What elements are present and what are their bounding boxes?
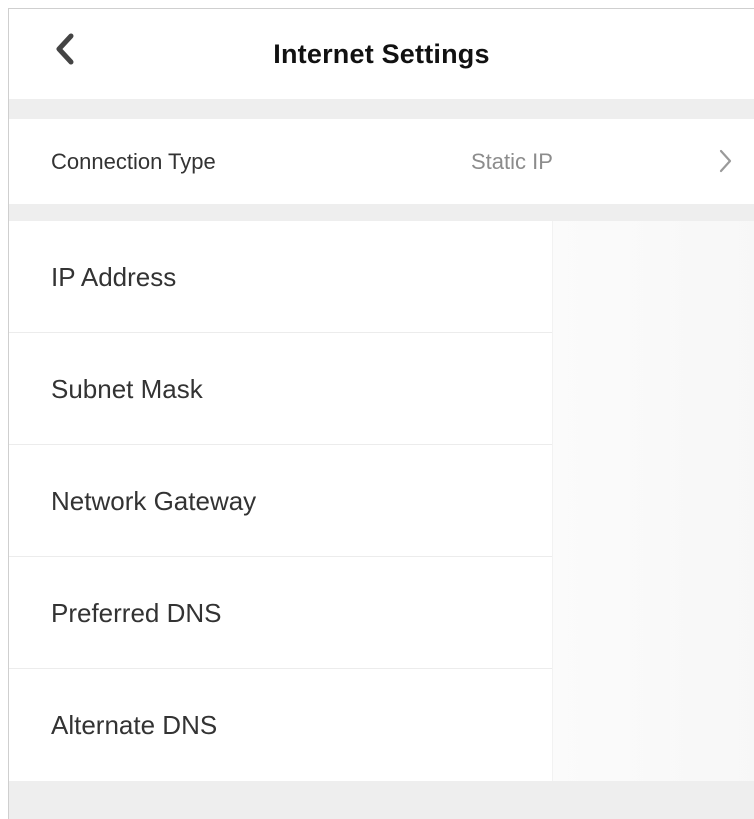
ip-address-row[interactable]: IP Address [9, 221, 754, 333]
ip-address-label: IP Address [51, 261, 177, 292]
bottom-separator [9, 781, 754, 819]
alternate-dns-label: Alternate DNS [51, 709, 218, 740]
chevron-right-icon [718, 147, 734, 180]
preferred-dns-row[interactable]: Preferred DNS [9, 557, 754, 669]
network-gateway-row[interactable]: Network Gateway [9, 445, 754, 557]
section-separator [9, 99, 754, 119]
connection-type-row[interactable]: Connection Type Static IP [9, 119, 754, 204]
chevron-left-icon [56, 33, 74, 65]
app-frame: Internet Settings Connection Type Static… [8, 8, 754, 819]
preferred-dns-label: Preferred DNS [51, 597, 222, 628]
network-gateway-label: Network Gateway [51, 485, 257, 516]
section-separator [9, 204, 754, 221]
back-button[interactable] [45, 29, 85, 69]
subnet-mask-label: Subnet Mask [51, 373, 203, 404]
subnet-mask-row[interactable]: Subnet Mask [9, 333, 754, 445]
connection-type-label: Connection Type [51, 148, 216, 174]
page-title: Internet Settings [273, 38, 490, 69]
header-bar: Internet Settings [9, 9, 754, 99]
connection-type-value: Static IP [471, 148, 553, 174]
ip-settings-list: IP Address Subnet Mask Network Gateway P… [9, 221, 754, 781]
alternate-dns-row[interactable]: Alternate DNS [9, 669, 754, 781]
